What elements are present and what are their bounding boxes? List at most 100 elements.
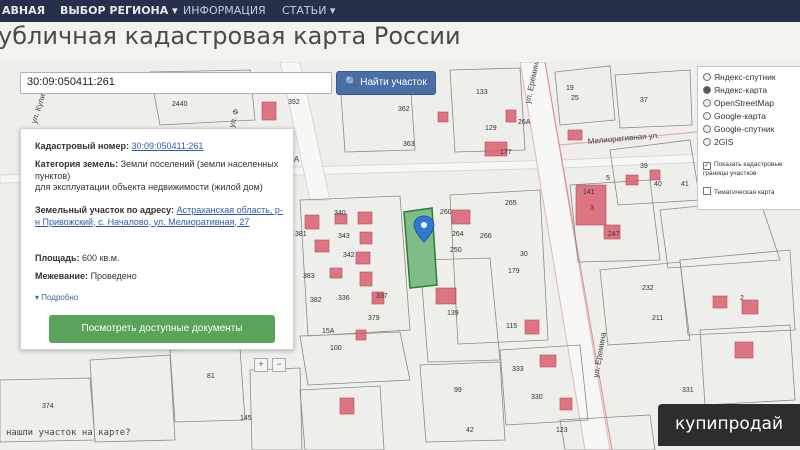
parcel-number: 19 bbox=[566, 85, 574, 92]
parcel-number: 2440 bbox=[172, 101, 188, 108]
radio-icon bbox=[703, 99, 711, 107]
parcel-number: 26А bbox=[518, 119, 531, 126]
layer-option-osm[interactable]: OpenStreetMap bbox=[703, 98, 774, 108]
not-found-question[interactable]: нашли участок на карте? bbox=[6, 428, 131, 438]
parcel-number: 250 bbox=[450, 247, 462, 254]
map-road bbox=[519, 62, 611, 450]
nav-home[interactable]: АВНАЯ bbox=[2, 4, 45, 17]
show-boundaries-checkbox[interactable]: ✓ Показать кадастровые границы участков bbox=[703, 161, 798, 177]
map-layers-panel: Яндекс-спутник Яндекс-карта OpenStreetMa… bbox=[697, 66, 800, 210]
more-details-link[interactable]: ▾ Подробно bbox=[35, 292, 287, 304]
street-label: ул. Ф bbox=[227, 108, 241, 129]
search-icon: 🔍 bbox=[345, 77, 358, 88]
parcel-number: 99 bbox=[454, 387, 462, 394]
parcel-number: 3 bbox=[590, 205, 594, 212]
caret-down-icon: ▾ bbox=[35, 293, 40, 302]
parcel-number: 81 bbox=[207, 373, 215, 380]
parcel-number: 333 bbox=[512, 366, 524, 373]
cadastral-number-link[interactable]: 30:09:050411:261 bbox=[131, 141, 203, 151]
cadastral-label: Кадастровый номер: bbox=[35, 141, 129, 151]
layer-label: OpenStreetMap bbox=[714, 98, 775, 108]
category-label: Категория земель: bbox=[35, 159, 119, 169]
parcel-number: 260 bbox=[440, 209, 452, 216]
parcel-number: 5 bbox=[606, 175, 610, 182]
parcel-number: 374 bbox=[42, 403, 54, 410]
parcel-number: 133 bbox=[476, 89, 488, 96]
watermark-logo: купипродай bbox=[658, 404, 800, 446]
layer-option-yandex-satellite[interactable]: Яндекс-спутник bbox=[703, 72, 776, 82]
address-label: Земельный участок по адресу: bbox=[35, 205, 175, 215]
find-parcel-button[interactable]: 🔍 Найти участок bbox=[336, 71, 436, 95]
layer-option-google-satellite[interactable]: Google-спутник bbox=[703, 124, 774, 134]
checkbox-label: Показать кадастровые границы участков bbox=[703, 161, 783, 177]
nav-info[interactable]: ИНФОРМАЦИЯ bbox=[183, 4, 266, 17]
checkbox-icon bbox=[703, 187, 711, 195]
parcel-number: 100 bbox=[330, 345, 342, 352]
parcel-number: 232 bbox=[642, 285, 654, 292]
parcel-number: 25 bbox=[571, 95, 579, 102]
survey-label: Межевание: bbox=[35, 271, 89, 281]
layer-option-yandex-map[interactable]: Яндекс-карта bbox=[703, 85, 767, 95]
parcel-number: 129 bbox=[485, 125, 497, 132]
parcel-number: 37 bbox=[640, 97, 648, 104]
cadastral-search-input[interactable]: 30:09:050411:261 bbox=[20, 72, 332, 94]
parcel-number: 177 bbox=[500, 149, 512, 156]
parcel-number: 330 bbox=[531, 394, 543, 401]
parcel-info-panel: Кадастровый номер: 30:09:050411:261 Кате… bbox=[20, 128, 294, 350]
survey-value: Проведено bbox=[90, 271, 137, 281]
parcel-number: 247 bbox=[608, 231, 620, 238]
radio-icon bbox=[703, 138, 711, 146]
layer-option-2gis[interactable]: 2GIS bbox=[703, 137, 733, 147]
street-label: Мелиоративная ул. bbox=[587, 131, 659, 146]
more-details-label: Подробно bbox=[41, 293, 79, 302]
parcel-number: 264 bbox=[452, 231, 464, 238]
parcel-number: 139 bbox=[447, 310, 459, 317]
zoom-out-button[interactable]: − bbox=[272, 358, 286, 372]
parcel-number: 379 bbox=[368, 315, 380, 322]
parcel-number: 115 bbox=[506, 323, 517, 330]
parcel-number: 42 bbox=[466, 427, 474, 434]
thematic-map-checkbox[interactable]: Тематическая карта bbox=[703, 187, 775, 196]
zoom-in-button[interactable]: + bbox=[254, 358, 268, 372]
layer-label: Google-карта bbox=[714, 111, 766, 121]
radio-icon bbox=[703, 125, 711, 133]
parcel-number: 265 bbox=[505, 200, 517, 207]
parcel-number: 382 bbox=[310, 297, 322, 304]
parcel-number: 383 bbox=[303, 273, 315, 280]
parcel-number: 381 bbox=[295, 231, 307, 238]
layer-option-google-map[interactable]: Google-карта bbox=[703, 111, 766, 121]
area-value: 600 кв.м. bbox=[82, 253, 120, 263]
radio-icon bbox=[703, 73, 711, 81]
checkbox-checked-icon: ✓ bbox=[703, 162, 711, 170]
parcel-number: 362 bbox=[398, 106, 410, 113]
usage-value: для эксплуатации объекта недвижимости (ж… bbox=[35, 182, 263, 192]
category-row: Категория земель: Земли поселений (земли… bbox=[35, 159, 287, 194]
radio-selected-icon bbox=[703, 86, 711, 94]
parcel-number: 211 bbox=[652, 315, 663, 322]
marker-dot bbox=[421, 222, 427, 228]
parcel-number: 343 bbox=[338, 233, 350, 240]
parcel-number: 41 bbox=[681, 181, 689, 188]
parcel-number: 40 bbox=[654, 181, 662, 188]
nav-articles[interactable]: СТАТЬИ ▾ bbox=[282, 4, 335, 17]
address-row: Земельный участок по адресу: Астраханска… bbox=[35, 205, 287, 228]
layer-label: Яндекс-карта bbox=[714, 85, 768, 95]
parcel-number: 342 bbox=[343, 252, 355, 259]
area-label: Площадь: bbox=[35, 253, 80, 263]
nav-region-select[interactable]: ВЫБОР РЕГИОНА ▾ bbox=[60, 4, 178, 17]
parcel-number: 340 bbox=[334, 210, 346, 217]
radio-icon bbox=[703, 112, 711, 120]
parcel-number: 337 bbox=[376, 293, 388, 300]
view-documents-button[interactable]: Посмотреть доступные документы bbox=[49, 315, 275, 343]
parcel-number: 30 bbox=[520, 251, 528, 258]
parcel-number: 141 bbox=[583, 189, 595, 196]
parcel-number: 179 bbox=[508, 268, 520, 275]
parcel-number: 145 bbox=[240, 415, 252, 422]
parcel-number: 2 bbox=[740, 295, 744, 302]
layer-label: Google-спутник bbox=[714, 124, 775, 134]
parcel-number: 363 bbox=[403, 141, 415, 148]
parcel-number: 39 bbox=[640, 163, 648, 170]
find-parcel-label: Найти участок bbox=[360, 77, 427, 88]
layer-label: 2GIS bbox=[714, 137, 734, 147]
page-title: убличная кадастровая карта России bbox=[0, 22, 461, 50]
